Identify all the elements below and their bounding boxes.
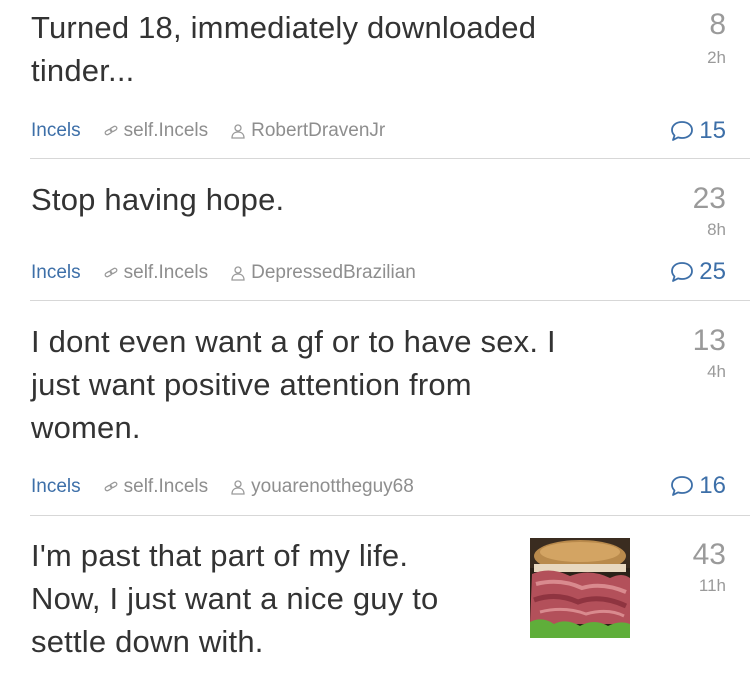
divider [30, 300, 750, 301]
post-score: 43 [692, 538, 726, 571]
user-icon [231, 266, 245, 281]
post-title-line: Stop having hope. [31, 182, 285, 217]
post-title-line: tinder... [31, 53, 135, 88]
post-age: 2h [707, 48, 726, 67]
post-title[interactable]: I dont even want a gf or to have sex. I … [31, 320, 621, 449]
author-link[interactable]: DepressedBrazilian [230, 262, 416, 284]
post-title-line: I dont even want a gf or to have sex. I [31, 324, 556, 359]
post-title[interactable]: Stop having hope. [31, 178, 621, 221]
divider [30, 158, 750, 159]
subreddit-link[interactable]: Incels [31, 262, 81, 284]
divider [30, 515, 750, 516]
post-title-line: settle down with. [31, 624, 264, 659]
domain-link[interactable]: self.Incels [103, 120, 208, 142]
post-title[interactable]: I'm past that part of my life. Now, I ju… [31, 534, 501, 663]
domain-link[interactable]: self.Incels [103, 262, 208, 284]
domain-label: self.Incels [123, 476, 209, 497]
post-meta: Incels self.Incels DepressedBrazilian [31, 260, 416, 286]
user-icon [231, 480, 245, 495]
post-title-line: I'm past that part of my life. [31, 538, 409, 573]
domain-link[interactable]: self.Incels [103, 476, 208, 498]
link-icon [104, 125, 118, 136]
author-label: DepressedBrazilian [251, 262, 416, 283]
domain-label: self.Incels [123, 262, 209, 283]
link-icon [104, 481, 118, 492]
comments-button[interactable]: 15 [669, 116, 726, 146]
comment-bubble-icon [671, 476, 694, 496]
comments-count: 25 [699, 258, 726, 285]
post-age: 4h [707, 362, 726, 381]
subreddit-link[interactable]: Incels [31, 476, 81, 498]
link-icon [104, 267, 118, 278]
post-meta: Incels self.Incels youarenottheguy68 [31, 474, 414, 500]
user-icon [231, 124, 245, 139]
comment-bubble-icon [671, 262, 694, 282]
comments-count: 16 [699, 472, 726, 499]
author-link[interactable]: RobertDravenJr [230, 120, 385, 142]
post-title-line: Turned 18, immediately downloaded [31, 10, 537, 45]
post-age: 8h [707, 220, 726, 239]
comments-button[interactable]: 25 [669, 257, 726, 287]
roast-beef-sandwich-image [530, 538, 630, 638]
post-thumbnail[interactable] [530, 538, 630, 638]
domain-label: self.Incels [123, 120, 209, 141]
comments-button[interactable]: 16 [669, 471, 726, 501]
post-title-line: just want positive attention from [31, 367, 472, 402]
subreddit-link[interactable]: Incels [31, 120, 81, 142]
post-title-line: women. [31, 410, 141, 445]
author-link[interactable]: youarenottheguy68 [230, 476, 414, 498]
post-age: 11h [698, 576, 726, 595]
post-score: 13 [692, 324, 726, 357]
post-meta: Incels self.Incels RobertDravenJr [31, 118, 385, 144]
comments-count: 15 [699, 117, 726, 144]
author-label: RobertDravenJr [251, 120, 386, 141]
post-score: 8 [709, 8, 726, 41]
post-title[interactable]: Turned 18, immediately downloaded tinder… [31, 6, 621, 92]
post-score: 23 [692, 182, 726, 215]
comment-bubble-icon [671, 121, 694, 141]
author-label: youarenottheguy68 [251, 476, 414, 497]
post-title-line: Now, I just want a nice guy to [31, 581, 439, 616]
